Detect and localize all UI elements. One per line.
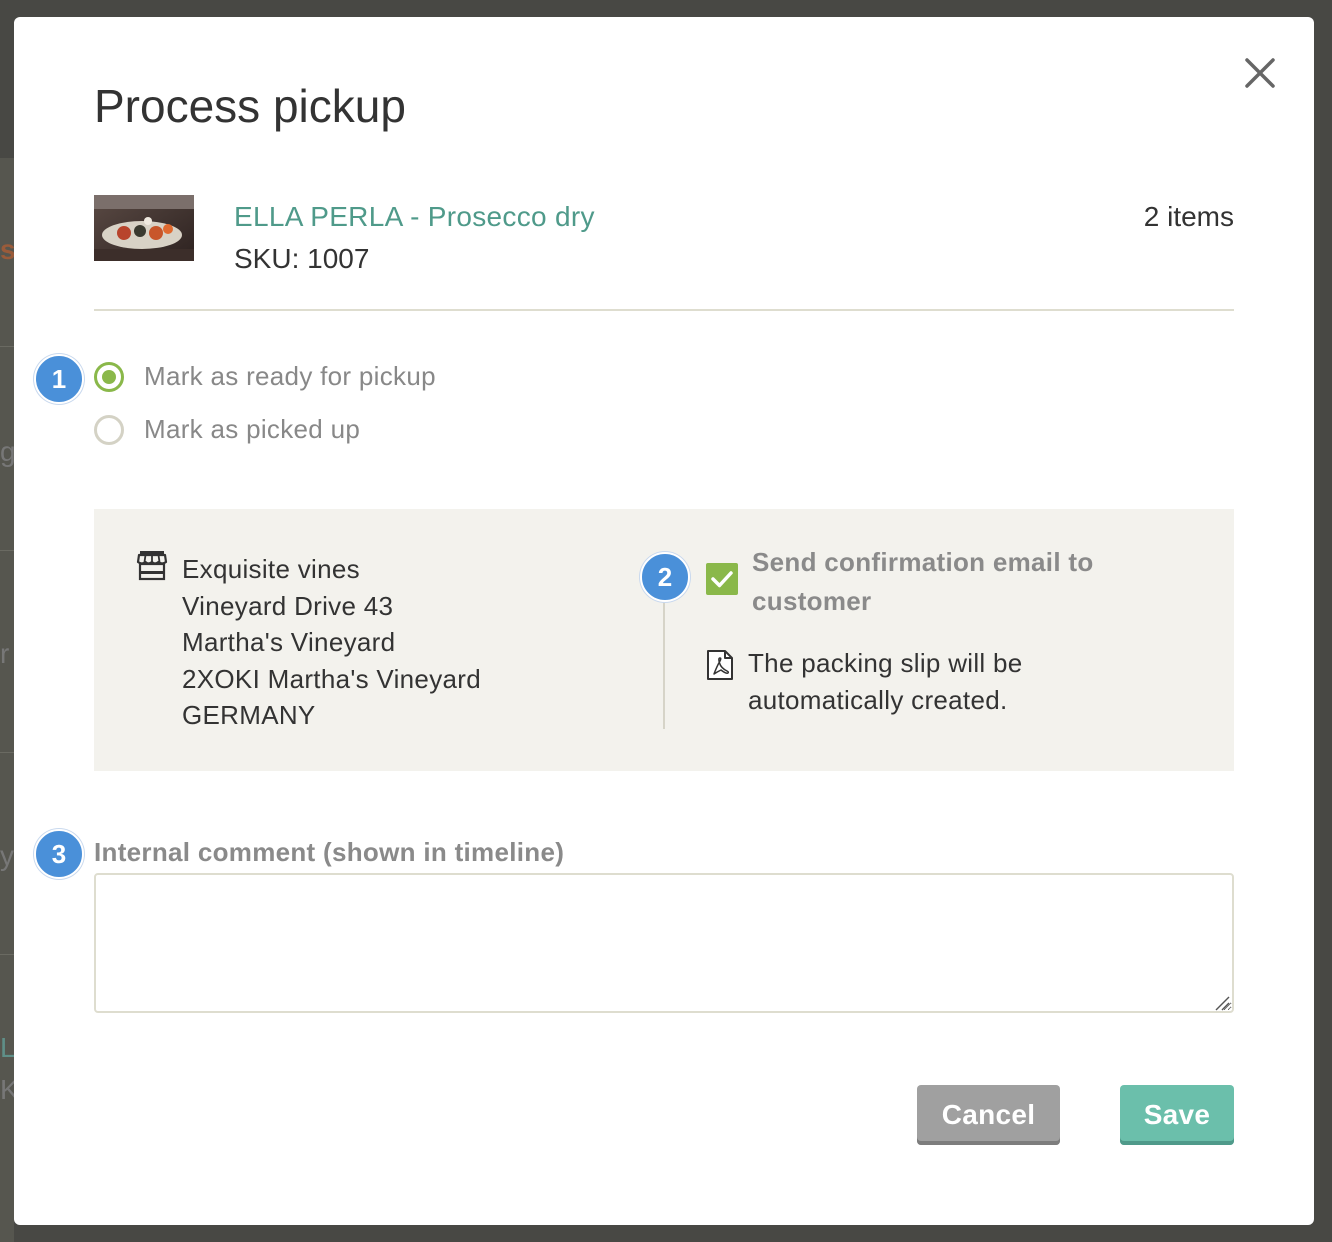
packing-slip-note: The packing slip will be automatically c…: [748, 648, 1023, 715]
pickup-info-panel: Exquisite vines Vineyard Drive 43 Martha…: [94, 509, 1234, 771]
address-line: 2XOKI Martha's Vineyard: [182, 663, 481, 694]
internal-comment-textarea[interactable]: [94, 873, 1234, 1013]
send-email-checkbox[interactable]: [706, 563, 738, 595]
store-icon: [136, 551, 168, 581]
send-email-label[interactable]: Send confirmation email to customer: [752, 543, 1132, 621]
address-line: Martha's Vineyard: [182, 627, 396, 657]
section-divider: [94, 309, 1234, 311]
product-sku: SKU: 1007: [234, 243, 370, 274]
radio-label: Mark as ready for pickup: [144, 361, 436, 391]
background-text-fragment: y: [0, 840, 14, 871]
pdf-icon: [707, 650, 733, 680]
radio-button-checked[interactable]: [94, 361, 124, 392]
product-photo-icon: [94, 195, 194, 261]
background-divider: [0, 752, 14, 753]
item-count: 2 items: [1143, 201, 1234, 232]
process-pickup-modal: Process pickup ELLA PERLA - Prosecco dry…: [14, 17, 1314, 1225]
product-name-link[interactable]: ELLA PERLA - Prosecco dry: [234, 201, 595, 233]
step-badge-1: 1: [34, 354, 84, 404]
store-address: Exquisite vines Vineyard Drive 43 Martha…: [182, 551, 481, 734]
address-line: GERMANY: [182, 700, 316, 730]
background-divider: [0, 346, 14, 347]
address-line: Vineyard Drive 43: [182, 590, 394, 621]
comment-label: Internal comment (shown in timeline): [94, 837, 565, 867]
radio-picked-up[interactable]: Mark as picked up: [94, 414, 360, 445]
radio-label: Mark as picked up: [144, 414, 361, 444]
address-line: Exquisite vines: [182, 554, 360, 584]
background-divider: [0, 550, 14, 551]
resize-handle-icon[interactable]: [1214, 995, 1230, 1011]
radio-button-unchecked[interactable]: [94, 414, 124, 445]
close-icon: [1245, 58, 1275, 88]
cancel-button[interactable]: Cancel: [917, 1085, 1060, 1145]
radio-ready-for-pickup[interactable]: Mark as ready for pickup: [94, 361, 436, 392]
close-button[interactable]: [1242, 55, 1278, 91]
background-text-fragment: r: [0, 638, 10, 669]
save-button[interactable]: Save: [1120, 1085, 1234, 1145]
step-badge-3: 3: [34, 829, 84, 879]
product-thumbnail: [94, 195, 194, 261]
checkmark-icon: [711, 571, 733, 588]
step-badge-2: 2: [640, 552, 690, 602]
modal-title: Process pickup: [94, 80, 406, 132]
background-divider: [0, 954, 14, 955]
